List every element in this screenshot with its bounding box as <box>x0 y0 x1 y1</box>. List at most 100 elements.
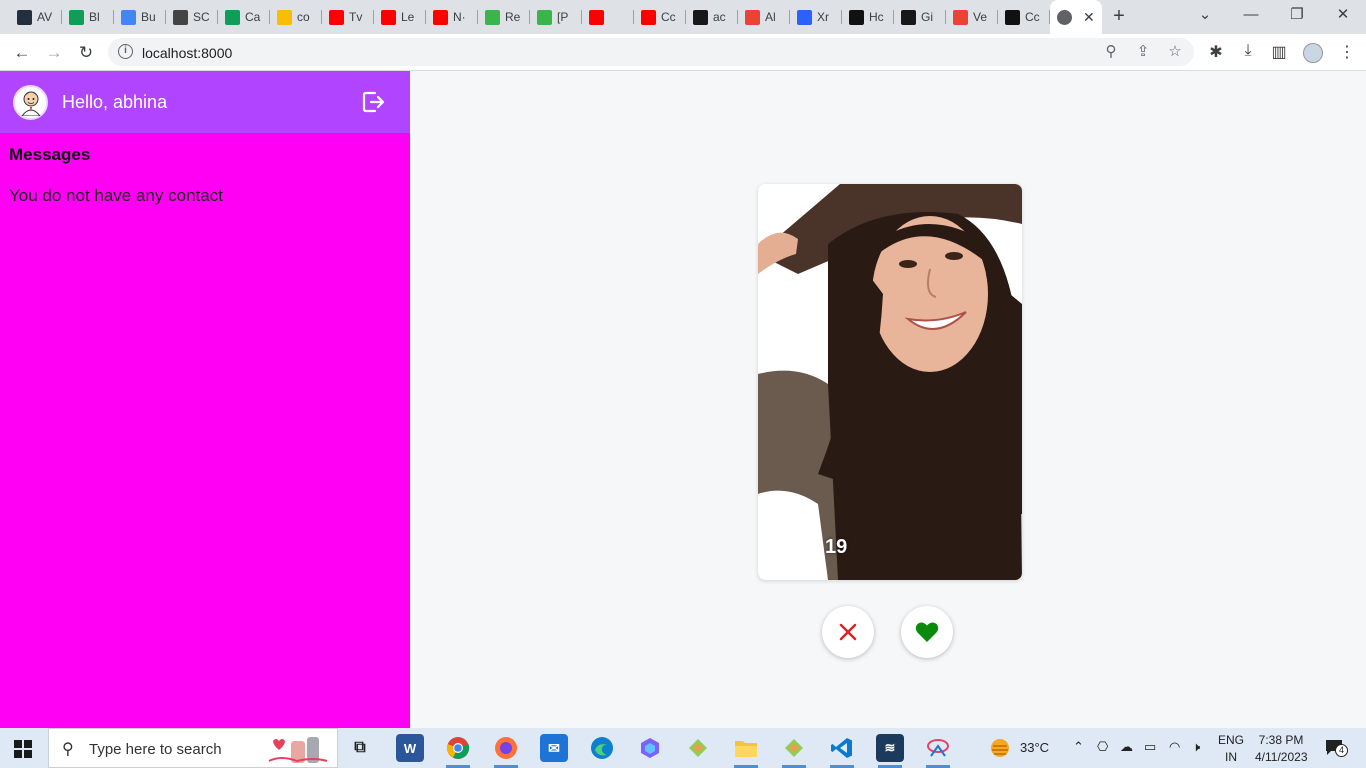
tab-title: Ve <box>973 10 988 24</box>
firefox-icon[interactable] <box>492 734 520 768</box>
side-panel-icon[interactable]: ▥ <box>1268 42 1290 62</box>
tab-title: N· <box>453 10 466 24</box>
language-indicator[interactable]: ENG IN <box>1218 733 1244 768</box>
close-tab-icon[interactable]: ✕ <box>1083 9 1095 26</box>
weather-temp[interactable]: 33°C <box>1020 740 1049 768</box>
clock-date: 4/11/2023 <box>1255 750 1308 764</box>
browser-tab[interactable]: Cc <box>998 0 1050 34</box>
user-cartoon-icon <box>20 91 41 116</box>
git-tool-icon[interactable] <box>684 734 712 762</box>
wifi-icon[interactable]: ◠ <box>1169 739 1180 768</box>
browser-tab[interactable]: Ve <box>946 0 998 34</box>
reject-button[interactable] <box>822 606 874 658</box>
browser-tab[interactable]: Le <box>374 0 426 34</box>
menu-icon[interactable]: ⋮ <box>1336 42 1358 62</box>
tab-search-icon[interactable]: ⌄ <box>1182 0 1228 32</box>
camera-tray-icon[interactable]: ⎔ <box>1097 739 1108 768</box>
document-icon <box>173 9 188 25</box>
windows-start-icon[interactable] <box>14 740 32 758</box>
mail-icon[interactable]: ✉ <box>540 734 568 762</box>
sheets-icon <box>225 9 240 25</box>
notification-count: 4 <box>1335 744 1348 757</box>
volume-muted-icon[interactable]: 🕨 <box>1192 739 1200 768</box>
minimize-button[interactable]: — <box>1228 0 1274 32</box>
close-window-button[interactable]: ✕ <box>1320 0 1366 32</box>
browser-tab[interactable]: SC <box>166 0 218 34</box>
clock[interactable]: 7:38 PM 4/11/2023 <box>1255 733 1308 768</box>
tab-title: [P <box>557 10 569 24</box>
browser-tab[interactable]: N· <box>426 0 478 34</box>
c-icon <box>1005 9 1020 25</box>
user-avatar[interactable] <box>13 84 48 120</box>
tab-title: Xr <box>817 10 829 24</box>
gmail-icon <box>953 9 968 25</box>
browser-toolbar: ← → ↻ i localhost:8000 ⚲ ⇪ ☆ ✱ ⤓ ▥ ⋮ <box>0 34 1366 71</box>
zoom-icon[interactable]: ⚲ <box>1101 42 1121 60</box>
tab-title: Bl <box>89 10 100 24</box>
back-button[interactable]: ← <box>9 40 35 66</box>
browser-tab[interactable]: AV <box>10 0 62 34</box>
drive-icon <box>277 9 292 25</box>
address-bar[interactable]: i localhost:8000 ⚲ ⇪ ☆ <box>108 38 1194 66</box>
battery-icon[interactable]: ▭ <box>1144 739 1156 768</box>
browser-tab[interactable]: co <box>270 0 322 34</box>
browser-tab[interactable]: Gi <box>894 0 946 34</box>
tab-title: Tv <box>349 10 363 24</box>
active-browser-tab[interactable]: ✕ <box>1050 0 1102 34</box>
browser-tab[interactable] <box>582 0 634 34</box>
browser-tab[interactable]: Re <box>478 0 530 34</box>
youtube-emoji-icon <box>589 9 604 25</box>
new-tab-button[interactable]: + <box>1108 5 1130 27</box>
tab-title: Bu <box>141 10 156 24</box>
word-icon[interactable]: W <box>396 734 424 762</box>
git-tool-2-icon[interactable] <box>780 734 808 768</box>
search-icon: ⚲ <box>62 741 74 758</box>
weather-icon[interactable] <box>988 736 1012 768</box>
taskbar-search[interactable]: ⚲ Type here to search <box>48 728 338 768</box>
like-button[interactable] <box>901 606 953 658</box>
taskbar-search-placeholder[interactable]: Type here to search <box>89 741 222 758</box>
onedrive-icon[interactable]: ☁ <box>1120 739 1133 768</box>
browser-tab[interactable]: ac <box>686 0 738 34</box>
restore-button[interactable]: ❐ <box>1274 0 1320 32</box>
file-explorer-icon[interactable] <box>732 734 760 768</box>
aws-icon <box>17 9 32 25</box>
sheets-icon <box>69 9 84 25</box>
forward-button[interactable]: → <box>41 40 67 66</box>
browser-tab[interactable]: Ca <box>218 0 270 34</box>
tab-title: Ca <box>245 10 261 24</box>
browser-tab[interactable]: [P <box>530 0 582 34</box>
browser-tab[interactable]: Hc <box>842 0 894 34</box>
edge-icon[interactable] <box>588 734 616 762</box>
browser-tab[interactable]: Bl <box>62 0 114 34</box>
share-icon[interactable]: ⇪ <box>1133 42 1153 60</box>
youtube-icon <box>381 9 396 25</box>
copilot-app-icon[interactable] <box>636 734 664 762</box>
notifications-button[interactable]: 4 <box>1325 738 1348 758</box>
site-info-icon[interactable]: i <box>118 44 133 59</box>
reload-button[interactable]: ↻ <box>73 40 99 66</box>
vscode-icon[interactable] <box>828 734 856 768</box>
logout-icon[interactable] <box>362 91 386 113</box>
browser-tab[interactable]: Xr <box>790 0 842 34</box>
snipping-tool-icon[interactable] <box>924 734 952 768</box>
bookmark-star-icon[interactable]: ☆ <box>1165 42 1185 60</box>
download-icon[interactable]: ⤓ <box>1237 42 1259 60</box>
chevron-up-icon[interactable]: ⌃ <box>1073 739 1084 768</box>
github-icon <box>901 9 916 25</box>
browser-tab[interactable]: Bu <box>114 0 166 34</box>
clock-time: 7:38 PM <box>1258 733 1304 747</box>
profile-card[interactable]: 19 <box>758 184 1022 580</box>
browser-tab[interactable]: Cc <box>634 0 686 34</box>
gmail-icon <box>745 9 760 25</box>
chrome-icon[interactable] <box>444 734 472 768</box>
browser-tab[interactable]: Tv <box>322 0 374 34</box>
terminal-icon[interactable]: ≋ <box>876 734 904 768</box>
github-icon <box>693 9 708 25</box>
profile-avatar[interactable] <box>1303 43 1323 63</box>
url-text[interactable]: localhost:8000 <box>142 45 232 61</box>
extensions-icon[interactable]: ✱ <box>1205 42 1227 62</box>
cloud-icon <box>121 9 136 25</box>
browser-tab[interactable]: Al <box>738 0 790 34</box>
task-view-icon[interactable]: ⧉ <box>346 734 374 762</box>
